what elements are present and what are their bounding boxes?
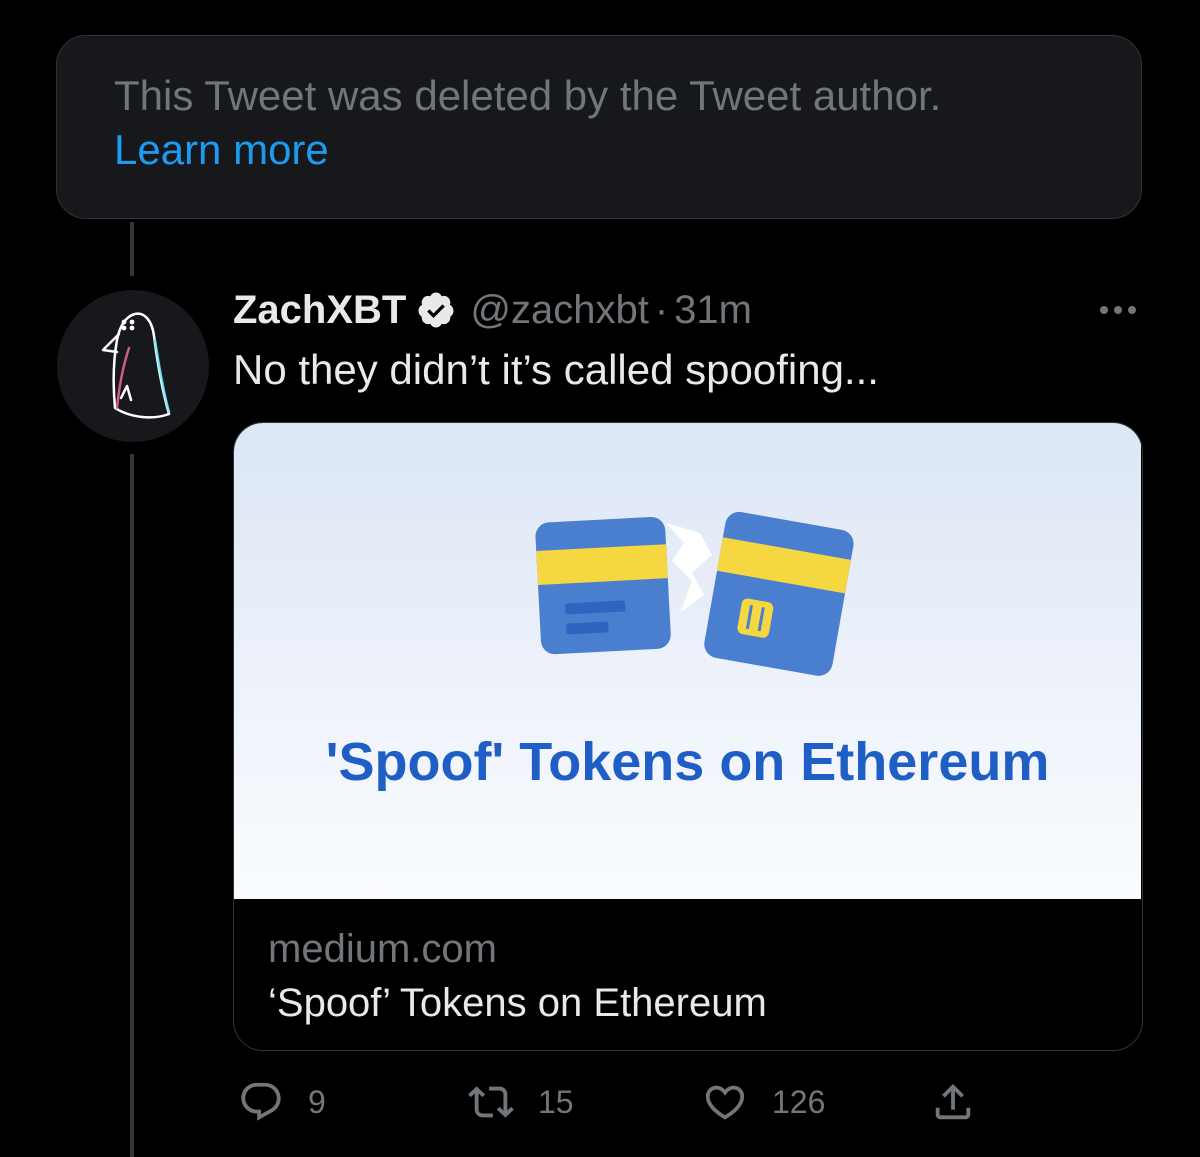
link-preview-card[interactable]: 'Spoof' Tokens on Ethereum medium.com ‘S… xyxy=(233,422,1143,1051)
reply-button[interactable]: 9 xyxy=(238,1076,326,1128)
thread-line-top xyxy=(130,222,134,276)
retweet-icon xyxy=(468,1086,514,1118)
reply-icon xyxy=(241,1082,281,1121)
card-title: ‘Spoof’ Tokens on Ethereum xyxy=(268,981,767,1025)
retweet-button[interactable]: 15 xyxy=(468,1076,574,1128)
heart-icon xyxy=(705,1085,745,1120)
card-domain: medium.com xyxy=(268,927,497,971)
header-separator: · xyxy=(654,287,669,332)
deleted-tweet-message: This Tweet was deleted by the Tweet auth… xyxy=(114,72,942,119)
broken-card-illustration-icon xyxy=(535,511,854,676)
tweet-timestamp[interactable]: 31m xyxy=(674,288,752,333)
retweet-count: 15 xyxy=(538,1083,574,1120)
verified-badge-icon xyxy=(418,292,454,328)
tweet-text: No they didn’t it’s called spoofing... xyxy=(233,346,879,393)
tweet-header: ZachXBT @zachxbt · 31m xyxy=(233,284,752,336)
more-icon[interactable] xyxy=(1094,296,1142,324)
share-button[interactable] xyxy=(930,1076,976,1128)
like-button[interactable]: 126 xyxy=(702,1076,825,1128)
author-handle[interactable]: @zachxbt xyxy=(470,288,648,333)
like-count: 126 xyxy=(772,1083,826,1120)
reply-count: 9 xyxy=(308,1083,326,1120)
penguin-avatar-icon xyxy=(101,312,171,419)
share-icon xyxy=(935,1083,971,1120)
deleted-tweet-notice: This Tweet was deleted by the Tweet auth… xyxy=(56,35,1142,219)
avatar[interactable] xyxy=(57,290,209,442)
card-image-title: 'Spoof' Tokens on Ethereum xyxy=(325,732,1050,792)
author-name[interactable]: ZachXBT xyxy=(233,288,406,333)
learn-more-link[interactable]: Learn more xyxy=(114,126,329,174)
card-image: 'Spoof' Tokens on Ethereum xyxy=(234,423,1141,899)
thread-line-bottom xyxy=(130,454,134,1157)
